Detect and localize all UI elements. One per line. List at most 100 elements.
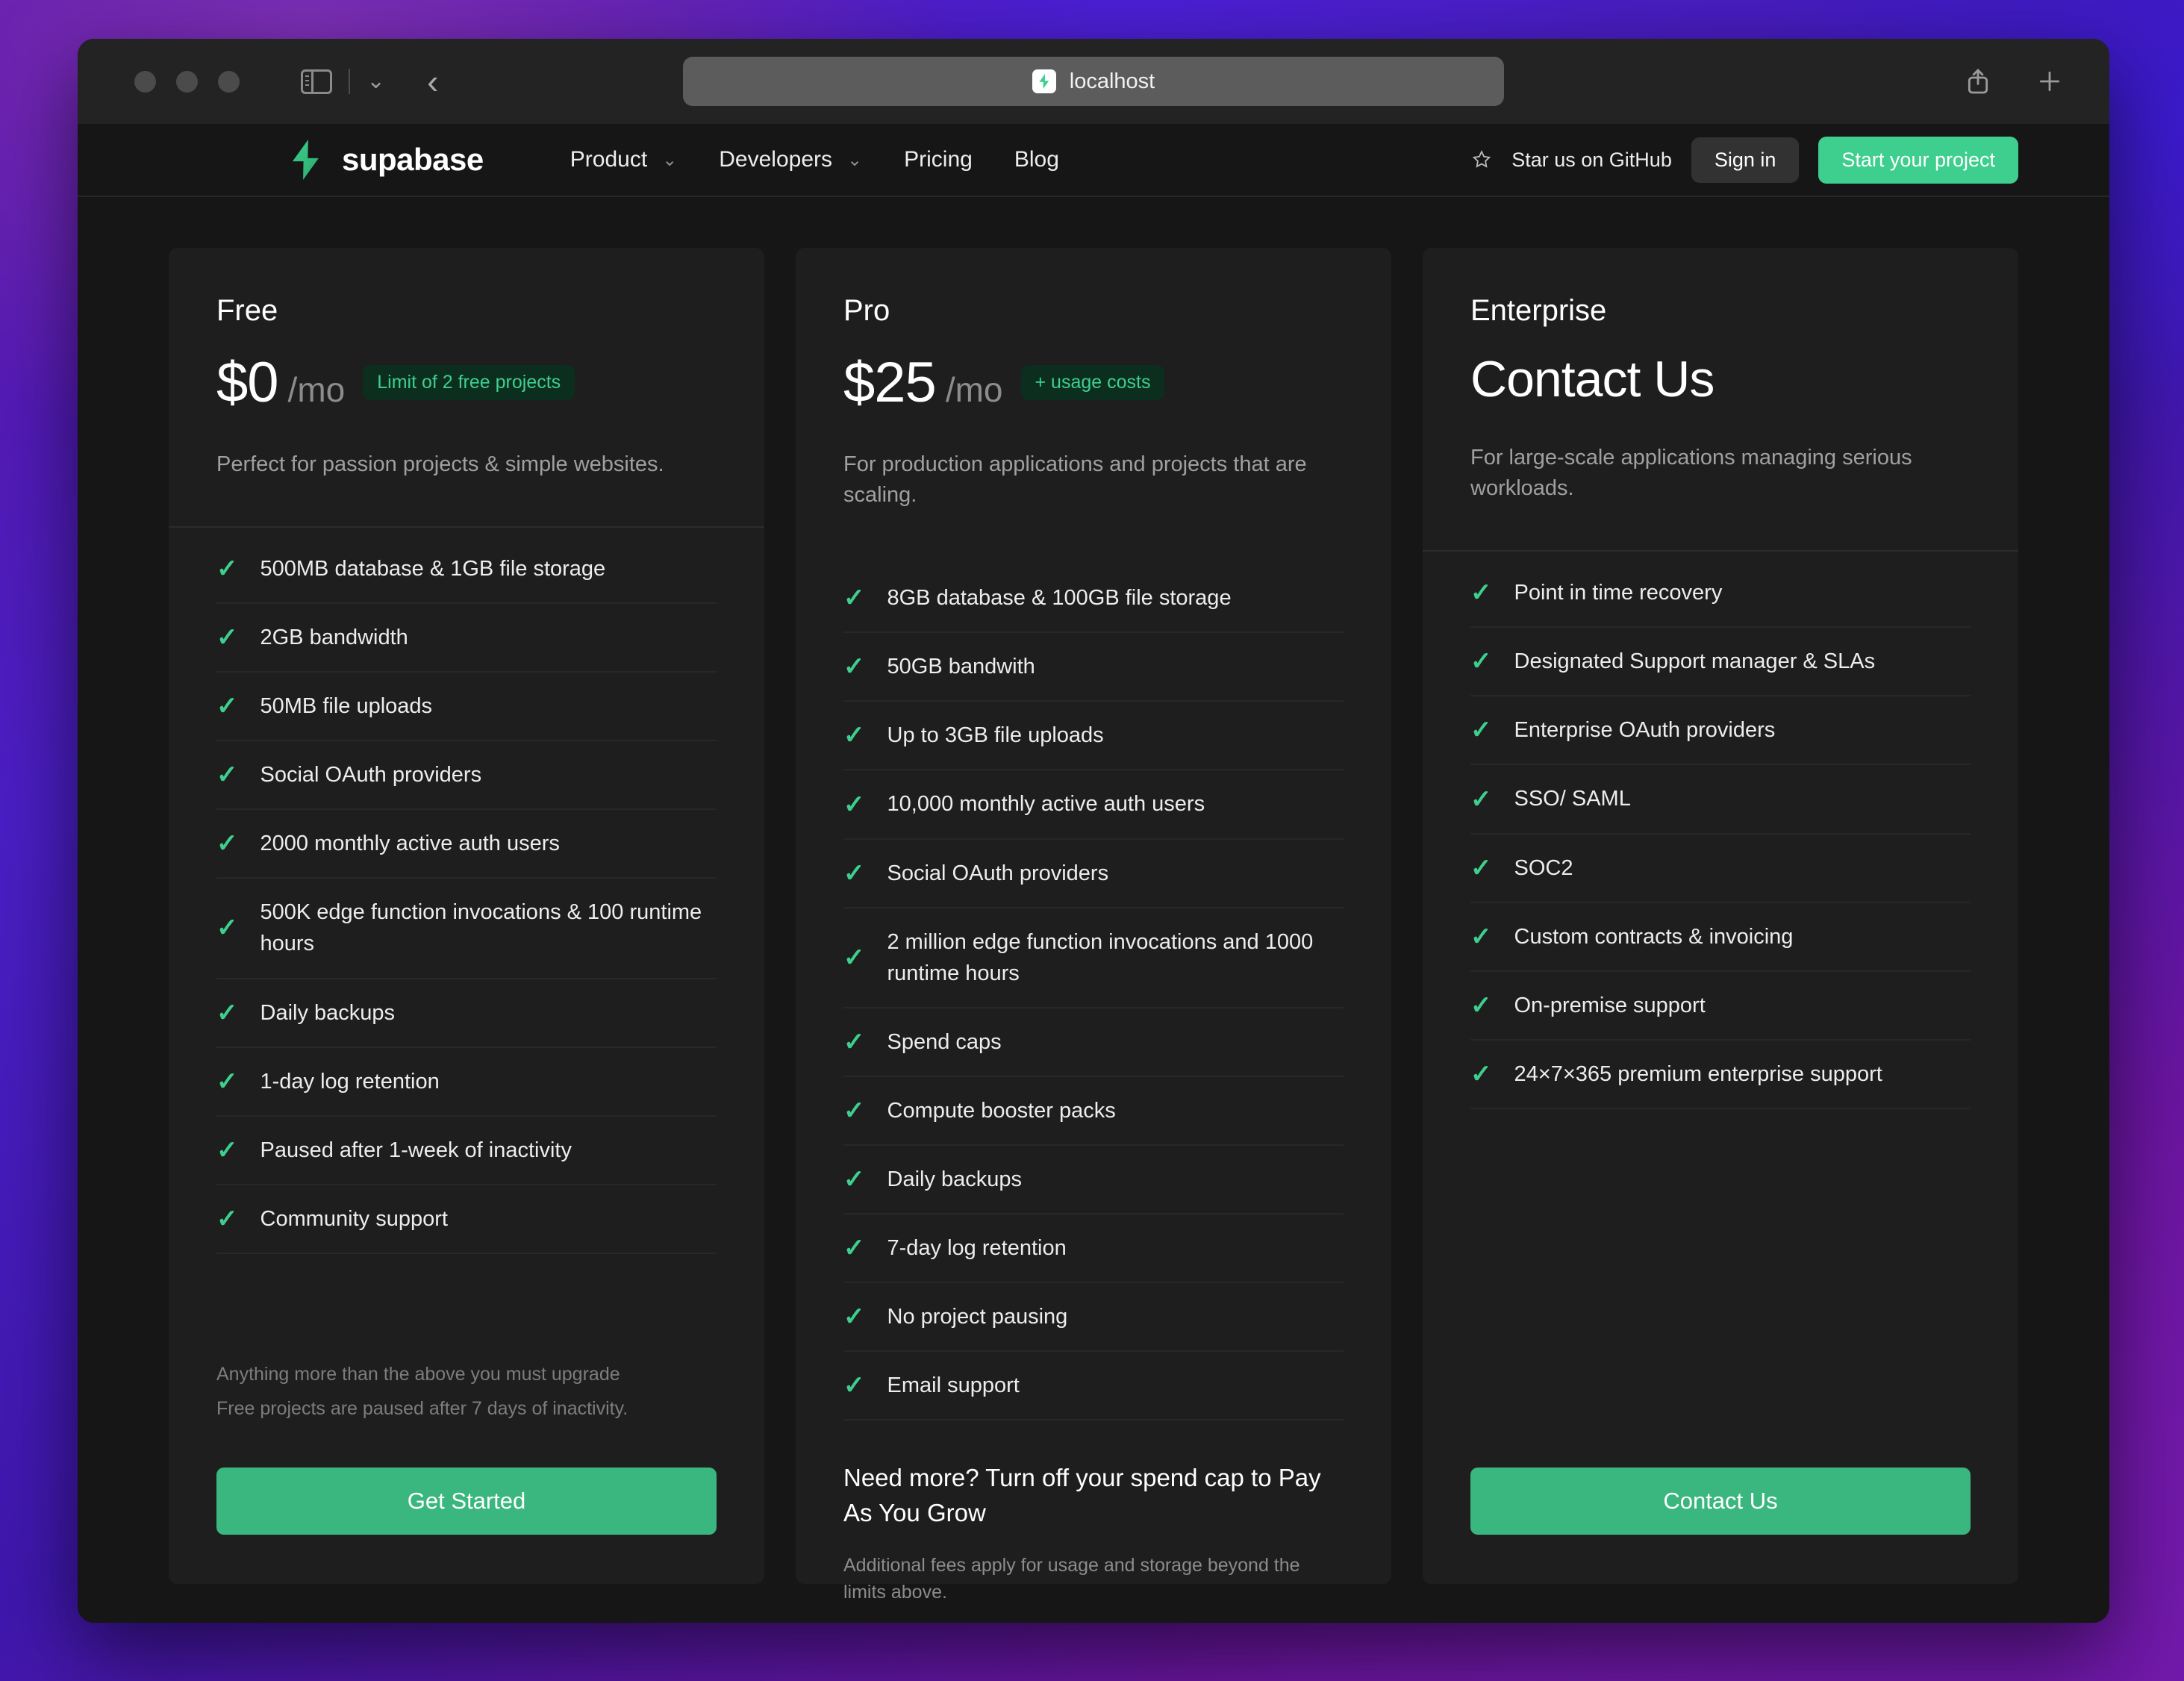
feature-item: ✓No project pausing	[843, 1283, 1344, 1352]
plan-description: For large-scale applications managing se…	[1470, 443, 1963, 504]
check-icon: ✓	[1470, 855, 1492, 881]
feature-label: Social OAuth providers	[887, 858, 1109, 889]
check-icon: ✓	[1470, 924, 1492, 949]
feature-list: ✓Point in time recovery ✓Designated Supp…	[1470, 552, 1971, 1108]
price-row: $0 /mo Limit of 2 free projects	[216, 350, 717, 415]
start-project-button[interactable]: Start your project	[1818, 137, 2018, 184]
check-icon: ✓	[843, 792, 865, 817]
nav-item-label: Product	[570, 147, 647, 172]
feature-item: ✓Enterprise OAuth providers	[1470, 696, 1971, 765]
feature-label: 2000 monthly active auth users	[260, 828, 560, 859]
nav-item-blog[interactable]: Blog	[993, 147, 1080, 172]
footnote: Anything more than the above you must up…	[216, 1357, 717, 1391]
check-icon: ✓	[216, 693, 238, 719]
contact-us-button[interactable]: Contact Us	[1470, 1468, 1971, 1535]
feature-label: SSO/ SAML	[1514, 783, 1631, 814]
nav-item-label: Developers	[719, 147, 832, 172]
feature-item: ✓ Up to 3GB file uploads	[843, 702, 1344, 770]
feature-label: Paused after 1-week of inactivity	[260, 1135, 572, 1166]
feature-item: ✓On-premise support	[1470, 972, 1971, 1041]
pricing-page: Free $0 /mo Limit of 2 free projects Per…	[78, 197, 2109, 1623]
github-star-label: Star us on GitHub	[1511, 149, 1672, 172]
feature-label: Up to 3GB file uploads	[887, 720, 1104, 751]
minimize-window-button[interactable]	[176, 71, 198, 93]
feature-item: ✓Designated Support manager & SLAs	[1470, 628, 1971, 696]
star-icon	[1471, 149, 1492, 170]
brand-logo[interactable]: supabase	[287, 140, 484, 180]
check-icon: ✓	[1470, 717, 1492, 743]
check-icon: ✓	[216, 1206, 238, 1232]
feature-item: ✓Spend caps	[843, 1008, 1344, 1077]
feature-item: ✓ Custom contracts & invoicing	[1470, 903, 1971, 972]
get-started-button[interactable]: Get Started	[216, 1468, 717, 1535]
divider	[349, 69, 350, 94]
check-icon: ✓	[843, 723, 865, 748]
plan-name: Free	[216, 294, 717, 328]
price-row: $25 /mo + usage costs	[843, 350, 1344, 415]
feature-item: ✓8GB database & 100GB file storage	[843, 557, 1344, 633]
back-chevron-icon[interactable]: ‹	[427, 64, 438, 99]
share-icon[interactable]	[1963, 66, 1993, 96]
feature-item: ✓Social OAuth providers	[216, 741, 717, 810]
check-icon: ✓	[216, 556, 238, 581]
spacer	[1470, 1109, 1971, 1426]
feature-item: ✓Daily backups	[216, 979, 717, 1048]
feature-label: Daily backups	[260, 997, 396, 1029]
check-icon: ✓	[843, 654, 865, 679]
feature-item: ✓ Social OAuth providers	[843, 840, 1344, 908]
feature-label: 500MB database & 1GB file storage	[260, 553, 606, 584]
check-icon: ✓	[843, 1373, 865, 1398]
toolbar-actions	[1963, 66, 2075, 96]
check-icon: ✓	[843, 1304, 865, 1329]
sidebar-toggle-icon[interactable]	[301, 69, 332, 94]
check-icon: ✓	[843, 1098, 865, 1123]
nav-item-product[interactable]: Product ⌄	[549, 147, 699, 172]
feature-label: 2GB bandwidth	[260, 622, 408, 653]
feature-label: Custom contracts & invoicing	[1514, 921, 1794, 952]
check-icon: ✓	[1470, 993, 1492, 1018]
supabase-bolt-icon	[1032, 69, 1056, 93]
sign-in-button[interactable]: Sign in	[1691, 137, 1800, 183]
check-icon: ✓	[843, 1235, 865, 1261]
feature-item: ✓2000 monthly active auth users	[216, 810, 717, 879]
supabase-logo-icon	[287, 140, 325, 180]
feature-label: Designated Support manager & SLAs	[1514, 646, 1876, 677]
feature-list: ✓ 500MB database & 1GB file storage ✓ 2GB …	[216, 528, 717, 1254]
github-star-link[interactable]: Star us on GitHub	[1471, 149, 1672, 172]
check-icon: ✓	[1470, 1061, 1492, 1087]
plan-badge: + usage costs	[1021, 365, 1165, 400]
maximize-window-button[interactable]	[218, 71, 240, 93]
plan-name: Pro	[843, 294, 1344, 328]
check-icon: ✓	[843, 1167, 865, 1192]
plan-price: $25	[843, 350, 936, 415]
price-row: Contact Us	[1470, 350, 1971, 408]
check-icon: ✓	[1470, 580, 1492, 605]
feature-item: ✓500K edge function invocations & 100 ru…	[216, 879, 717, 979]
feature-item: ✓50GB bandwith	[843, 633, 1344, 702]
check-icon: ✓	[1470, 787, 1492, 812]
check-icon: ✓	[843, 861, 865, 886]
plan-price: Contact Us	[1470, 350, 1714, 408]
feature-item: ✓Point in time recovery	[1470, 552, 1971, 628]
nav-actions: Star us on GitHub Sign in Start your pro…	[1471, 137, 2018, 184]
feature-item: ✓ 500MB database & 1GB file storage	[216, 528, 717, 604]
need-more-title: Need more? Turn off your spend cap to Pa…	[843, 1461, 1344, 1531]
chevron-down-icon[interactable]: ⌄	[366, 70, 385, 93]
plus-icon[interactable]	[2035, 66, 2065, 96]
plan-period: /mo	[946, 369, 1003, 410]
nav-item-developers[interactable]: Developers ⌄	[698, 147, 883, 172]
feature-label: Spend caps	[887, 1026, 1002, 1058]
chevron-down-icon: ⌄	[662, 149, 677, 171]
address-bar[interactable]: localhost	[683, 57, 1504, 106]
pricing-card-pro: Pro $25 /mo + usage costs For production…	[796, 248, 1391, 1584]
check-icon: ✓	[216, 915, 238, 941]
sidebar-controls: ⌄	[301, 69, 385, 94]
feature-label: Community support	[260, 1203, 448, 1235]
close-window-button[interactable]	[134, 71, 156, 93]
plan-footnotes: Anything more than the above you must up…	[216, 1327, 717, 1426]
feature-item: ✓Daily backups	[843, 1146, 1344, 1214]
feature-item: ✓Compute booster packs	[843, 1077, 1344, 1146]
need-more-subtext: Additional fees apply for usage and stor…	[843, 1552, 1306, 1606]
nav-item-pricing[interactable]: Pricing	[883, 147, 993, 172]
pricing-cards: Free $0 /mo Limit of 2 free projects Per…	[169, 248, 2018, 1584]
